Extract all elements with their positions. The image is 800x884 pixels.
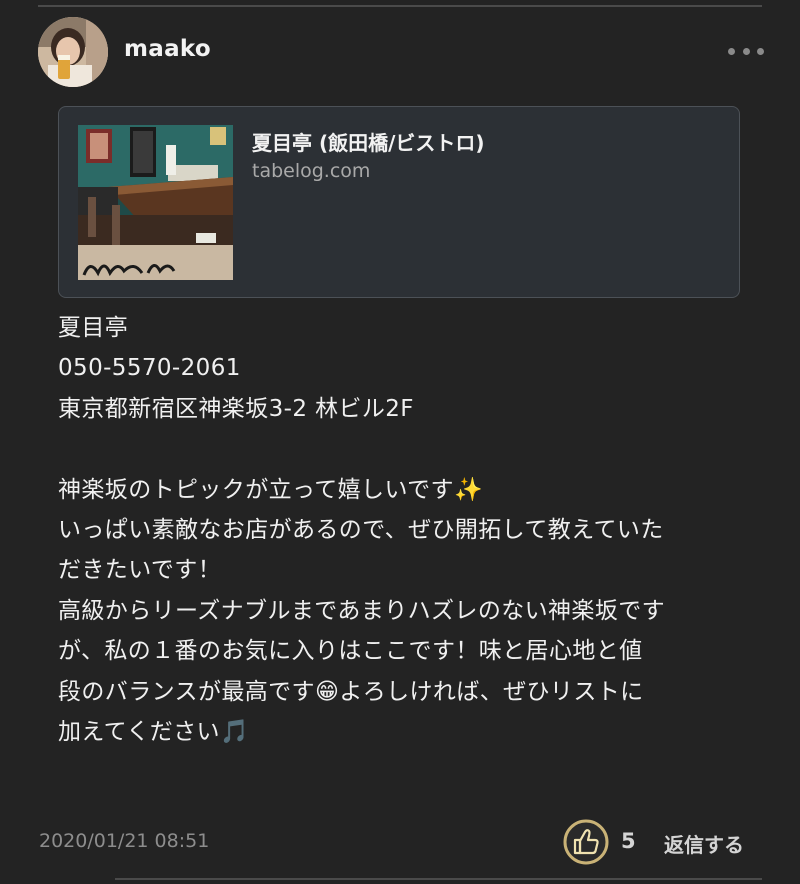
bottom-divider [115, 878, 762, 880]
link-title: 夏目亭 (飯田橋/ビストロ) [252, 131, 485, 155]
dot [742, 47, 750, 55]
thumbs-up-icon [563, 819, 609, 865]
body-line: 段のバランスが最高です😁よろしければ、ぜひリストに [58, 678, 644, 705]
body-line: 高級からリーズナブルまであまりハズレのない神楽坂です [58, 597, 666, 624]
restaurant-thumbnail [78, 125, 233, 280]
link-preview-card[interactable]: 夏目亭 (飯田橋/ビストロ) tabelog.com [58, 106, 740, 298]
body-line: 神楽坂のトピックが立って嬉しいです✨ [58, 476, 483, 503]
more-options-icon[interactable] [728, 44, 764, 58]
link-domain: tabelog.com [252, 160, 371, 182]
body-line: 夏目亭 [58, 315, 129, 341]
post-timestamp: 2020/01/21 08:51 [39, 830, 210, 852]
top-divider [38, 5, 762, 7]
username[interactable]: maako [124, 36, 211, 62]
like-button[interactable] [562, 818, 610, 866]
body-line: が、私の１番のお気に入りはここです！味と居心地と値 [58, 638, 643, 665]
body-line: 050-5570-2061 [58, 355, 241, 382]
avatar-photo [38, 17, 108, 87]
like-count: 5 [621, 829, 636, 853]
body-line: 加えてください🎵 [58, 718, 249, 745]
body-line [58, 429, 774, 469]
body-line: いっぱい素敵なお店があるので、ぜひ開拓して教えていた [58, 516, 664, 543]
body-line: だきたいです！ [58, 557, 222, 584]
dot [757, 47, 764, 55]
restaurant-photo [78, 125, 233, 280]
dot [728, 47, 735, 55]
body-line: 東京都新宿区神楽坂3-2 林ビル2F [58, 395, 414, 422]
post-body: 夏目亭 050-5570-2061 東京都新宿区神楽坂3-2 林ビル2F 神楽坂… [58, 308, 774, 752]
reply-button[interactable]: 返信する [664, 829, 744, 858]
avatar[interactable] [38, 17, 108, 87]
